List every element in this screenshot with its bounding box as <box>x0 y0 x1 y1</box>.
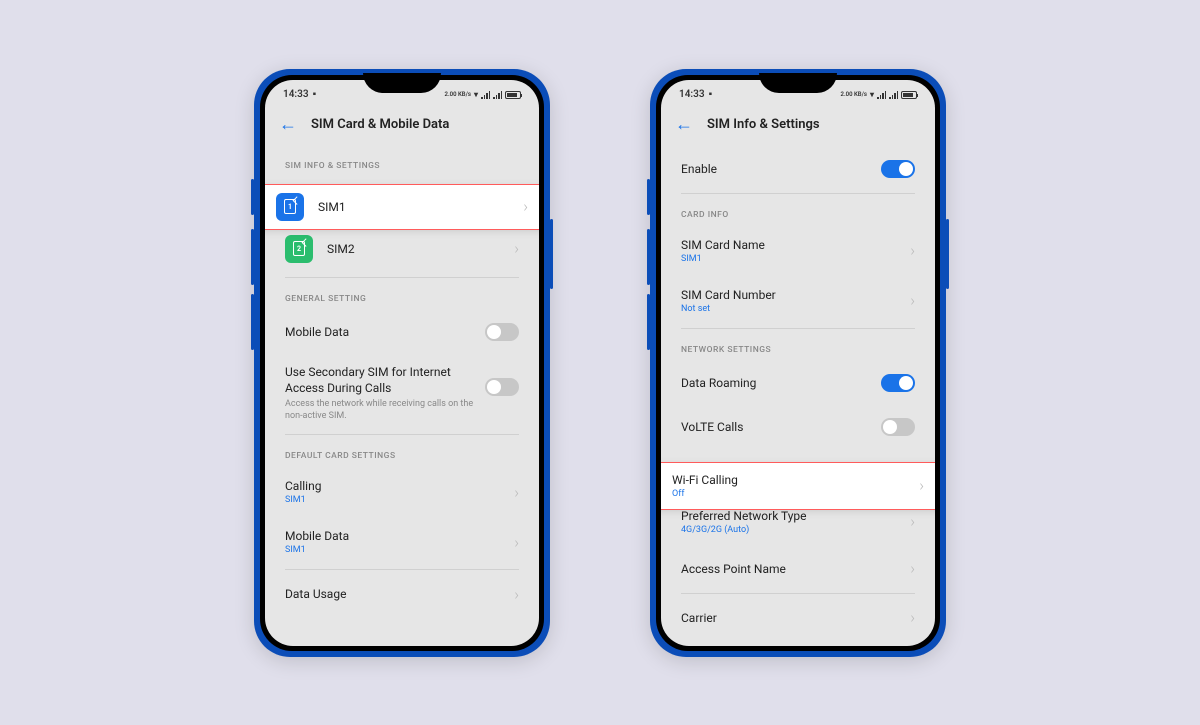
roaming-label: Data Roaming <box>681 376 881 390</box>
highlight-sim1: 1 SIM1 › <box>265 184 539 230</box>
row-sim-name[interactable]: SIM Card Name SIM1 › <box>661 226 935 276</box>
signal-icon <box>889 91 898 99</box>
row-mobile-data-default[interactable]: Mobile Data SIM1 › <box>265 517 539 567</box>
mobile-data-label: Mobile Data <box>285 325 485 339</box>
signal-icon <box>481 91 490 99</box>
notch <box>759 73 837 93</box>
secondary-sim-label: Use Secondary SIM for Internet Access Du… <box>285 364 485 396</box>
roaming-toggle[interactable] <box>881 374 915 392</box>
chevron-icon: › <box>910 608 915 627</box>
secondary-sim-toggle[interactable] <box>485 378 519 396</box>
section-default-card: DEFAULT CARD SETTINGS <box>265 437 539 467</box>
mobile-data-default-label: Mobile Data <box>285 529 514 543</box>
header: ← SIM Info & Settings <box>661 106 935 147</box>
sim-number-sub: Not set <box>681 304 910 314</box>
signal-icon <box>877 91 886 99</box>
pref-network-label: Preferred Network Type <box>681 509 910 523</box>
camera-icon: ▪ <box>709 89 713 100</box>
secondary-sim-desc: Access the network while receiving calls… <box>285 399 485 422</box>
apn-label: Access Point Name <box>681 562 910 576</box>
phone-left: 14:33 ▪ 2.00 KB/s ▾ ← SIM Card & Mobile … <box>254 69 550 657</box>
wifi-icon: ▾ <box>870 90 874 99</box>
page-title: SIM Card & Mobile Data <box>311 117 449 132</box>
row-enable[interactable]: Enable <box>661 147 935 191</box>
row-apn[interactable]: Access Point Name › <box>661 547 935 591</box>
data-rate: 2.00 KB/s <box>445 92 471 98</box>
enable-label: Enable <box>681 162 881 176</box>
calling-label: Calling <box>285 479 514 493</box>
calling-sub: SIM1 <box>285 495 514 505</box>
pref-network-sub: 4G/3G/2G (Auto) <box>681 525 910 535</box>
row-wifi-calling[interactable]: Wi-Fi Calling Off › <box>661 461 935 511</box>
wifi-icon: ▾ <box>474 90 478 99</box>
sim2-label: SIM2 <box>327 242 500 256</box>
section-general: GENERAL SETTING <box>265 280 539 310</box>
status-time: 14:33 <box>283 89 309 100</box>
header: ← SIM Card & Mobile Data <box>265 106 539 147</box>
sim-name-sub: SIM1 <box>681 254 910 264</box>
mobile-data-toggle[interactable] <box>485 323 519 341</box>
row-calling[interactable]: Calling SIM1 › <box>265 467 539 517</box>
row-data-roaming[interactable]: Data Roaming <box>661 361 935 405</box>
chevron-icon: › <box>910 241 915 260</box>
row-secondary-sim[interactable]: Use Secondary SIM for Internet Access Du… <box>265 354 539 433</box>
chevron-icon: › <box>514 533 519 552</box>
chevron-icon: › <box>910 291 915 310</box>
back-icon[interactable]: ← <box>675 114 693 135</box>
wifi-calling-sub: Off <box>672 489 919 499</box>
signal-icon <box>493 91 502 99</box>
row-data-usage[interactable]: Data Usage › <box>265 572 539 616</box>
screen-right: 14:33 ▪ 2.00 KB/s ▾ ← SIM Info & Setting… <box>661 80 935 646</box>
chevron-icon: › <box>514 483 519 502</box>
chevron-icon: › <box>910 559 915 578</box>
battery-icon <box>505 91 521 99</box>
highlight-wifi-calling: Wi-Fi Calling Off › <box>661 462 935 510</box>
volte-toggle[interactable] <box>881 418 915 436</box>
data-usage-label: Data Usage <box>285 587 514 601</box>
sim1-label: SIM1 <box>318 200 509 214</box>
row-volte[interactable]: VoLTE Calls <box>661 405 935 449</box>
section-card-info: CARD INFO <box>661 196 935 226</box>
enable-toggle[interactable] <box>881 160 915 178</box>
screen-left: 14:33 ▪ 2.00 KB/s ▾ ← SIM Card & Mobile … <box>265 80 539 646</box>
chevron-icon: › <box>919 476 924 495</box>
data-rate: 2.00 KB/s <box>841 92 867 98</box>
sim2-icon: 2 <box>285 235 313 263</box>
row-sim1[interactable]: 1 SIM1 › <box>265 181 539 233</box>
chevron-icon: › <box>523 197 528 216</box>
sim-number-label: SIM Card Number <box>681 288 910 302</box>
status-time: 14:33 <box>679 89 705 100</box>
section-sim-info: SIM INFO & SETTINGS <box>265 147 539 177</box>
volte-label: VoLTE Calls <box>681 420 881 434</box>
phone-right: 14:33 ▪ 2.00 KB/s ▾ ← SIM Info & Setting… <box>650 69 946 657</box>
row-sim-number[interactable]: SIM Card Number Not set › <box>661 276 935 326</box>
chevron-icon: › <box>514 585 519 604</box>
row-mobile-data[interactable]: Mobile Data <box>265 310 539 354</box>
back-icon[interactable]: ← <box>279 114 297 135</box>
camera-icon: ▪ <box>313 89 317 100</box>
row-carrier[interactable]: Carrier › <box>661 596 935 640</box>
battery-icon <box>901 91 917 99</box>
sim1-icon: 1 <box>276 193 304 221</box>
notch <box>363 73 441 93</box>
section-network: NETWORK SETTINGS <box>661 331 935 361</box>
carrier-label: Carrier <box>681 611 910 625</box>
chevron-icon: › <box>514 239 519 258</box>
chevron-icon: › <box>910 512 915 531</box>
page-title: SIM Info & Settings <box>707 117 820 132</box>
wifi-calling-label: Wi-Fi Calling <box>672 473 919 487</box>
sim-name-label: SIM Card Name <box>681 238 910 252</box>
mobile-data-default-sub: SIM1 <box>285 545 514 555</box>
